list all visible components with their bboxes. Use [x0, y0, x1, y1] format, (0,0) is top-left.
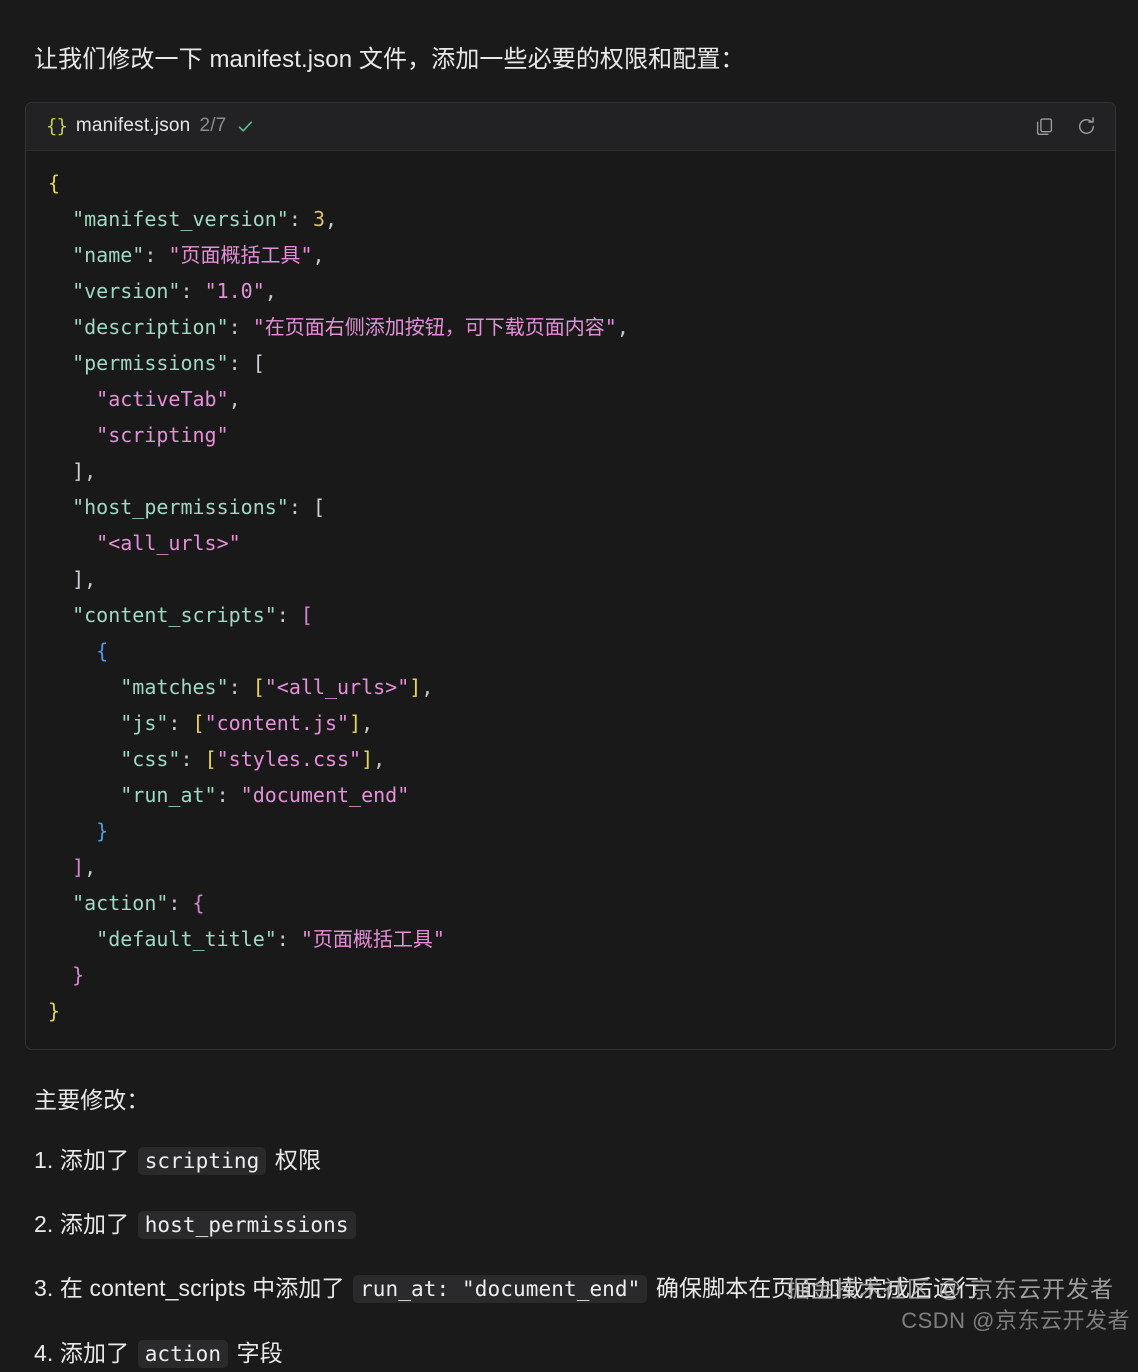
code-token: "<all_urls>": [264, 674, 410, 699]
list-item: 添加了 scripting 权限: [59, 1146, 322, 1175]
code-token: ,: [616, 314, 629, 339]
refresh-icon[interactable]: [1075, 115, 1097, 137]
code-token: [: [252, 350, 265, 375]
code-token: ,: [84, 566, 97, 591]
code-block-header-left: {} manifest.json 2/7: [46, 115, 1033, 137]
code-token: ]: [361, 746, 374, 771]
code-token: ,: [84, 458, 97, 483]
code-token: "styles.css": [216, 746, 362, 771]
code-block: {} manifest.json 2/7 {"manifest_version…: [25, 101, 1116, 1050]
code-token: "host_permissions": [72, 494, 289, 519]
code-token: "js": [120, 710, 169, 735]
code-token: "default_title": [96, 926, 277, 951]
code-token: {: [48, 170, 61, 195]
code-block-header: {} manifest.json 2/7: [26, 102, 1115, 151]
code-token: [: [300, 602, 313, 627]
code-token: "content.js": [204, 710, 350, 735]
code-block-filename: manifest.json: [75, 115, 191, 137]
code-token: :: [288, 494, 313, 519]
code-token: "在页面右侧添加按钮，可下载页面内容": [252, 314, 617, 339]
code-token: :: [144, 242, 169, 267]
list-item: 添加了 action 字段: [59, 1339, 283, 1368]
code-token: :: [228, 350, 253, 375]
code-token: "css": [120, 746, 181, 771]
code-token: {: [192, 890, 205, 915]
code-token: ]: [72, 854, 85, 879]
code-token: ,: [312, 242, 325, 267]
list-item: 添加了 host_permissions: [34, 1206, 1114, 1243]
code-token: "content_scripts": [72, 602, 277, 627]
code-token: {: [96, 638, 109, 663]
code-token: "run_at": [120, 782, 217, 807]
document-page: 让我们修改一下 manifest.json 文件，添加一些必要的权限和配置： {…: [0, 24, 1138, 1368]
code-token: ]: [72, 458, 85, 483]
inline-code: scripting: [137, 1146, 267, 1175]
code-token: :: [168, 710, 193, 735]
code-token: ,: [373, 746, 386, 771]
summary-heading: 主要修改：: [34, 1086, 150, 1113]
code-token: :: [276, 926, 301, 951]
code-token: "activeTab": [96, 386, 229, 411]
code-block-actions: [1033, 115, 1097, 137]
code-token: ]: [349, 710, 362, 735]
inline-code: run_at: "document_end": [353, 1275, 648, 1304]
code-token: :: [180, 278, 205, 303]
code-token: 3: [312, 206, 325, 231]
code-content[interactable]: { "manifest_version": 3, "name": "页面概括工具…: [26, 165, 1115, 1029]
code-token: [: [204, 746, 217, 771]
code-token: "permissions": [72, 350, 229, 375]
check-icon: [236, 117, 255, 136]
code-token: ]: [409, 674, 422, 699]
json-braces-icon: {}: [46, 114, 68, 137]
code-token: "manifest_version": [72, 206, 289, 231]
summary-section: 主要修改： 添加了 scripting 权限添加了 host_permissio…: [0, 1081, 1138, 1372]
code-token: "matches": [120, 674, 229, 699]
code-token: "description": [72, 314, 229, 339]
code-token: :: [288, 206, 313, 231]
inline-code: action: [137, 1339, 229, 1368]
summary-list: 添加了 scripting 权限添加了 host_permissions 在 co…: [34, 1142, 1114, 1372]
code-token: :: [276, 602, 301, 627]
code-token: "<all_urls>": [96, 530, 241, 555]
copy-icon[interactable]: [1033, 115, 1055, 137]
intro-paragraph: 让我们修改一下 manifest.json 文件，添加一些必要的权限和配置：: [34, 46, 745, 73]
code-block-body: { "manifest_version": 3, "name": "页面概括工具…: [26, 150, 1115, 1049]
code-token: :: [168, 890, 193, 915]
code-token: }: [48, 998, 61, 1023]
code-token: }: [72, 962, 85, 987]
code-token: ,: [228, 386, 241, 411]
code-token: "页面概括工具": [168, 242, 313, 267]
code-token: :: [228, 674, 253, 699]
code-token: ,: [84, 854, 97, 879]
code-token: ,: [421, 674, 434, 699]
code-block-file-count: 2/7: [199, 115, 227, 137]
code-token: "version": [72, 278, 181, 303]
code-token: :: [216, 782, 241, 807]
code-token: "name": [72, 242, 145, 267]
code-token: ,: [361, 710, 374, 735]
code-token: [: [192, 710, 205, 735]
list-item: 在 content_scripts 中添加了 run_at: "document…: [59, 1275, 980, 1304]
code-token: ,: [264, 278, 277, 303]
code-token: [: [312, 494, 325, 519]
code-token: :: [228, 314, 253, 339]
code-token: "action": [72, 890, 169, 915]
code-token: "document_end": [240, 782, 410, 807]
code-token: ,: [324, 206, 338, 231]
code-token: [: [252, 674, 265, 699]
code-token: :: [180, 746, 205, 771]
code-token: "scripting": [96, 422, 229, 447]
code-token: }: [96, 818, 109, 843]
inline-code: host_permissions: [137, 1211, 356, 1240]
code-token: ]: [72, 566, 85, 591]
code-token: "1.0": [204, 278, 265, 303]
code-token: "页面概括工具": [300, 926, 445, 951]
